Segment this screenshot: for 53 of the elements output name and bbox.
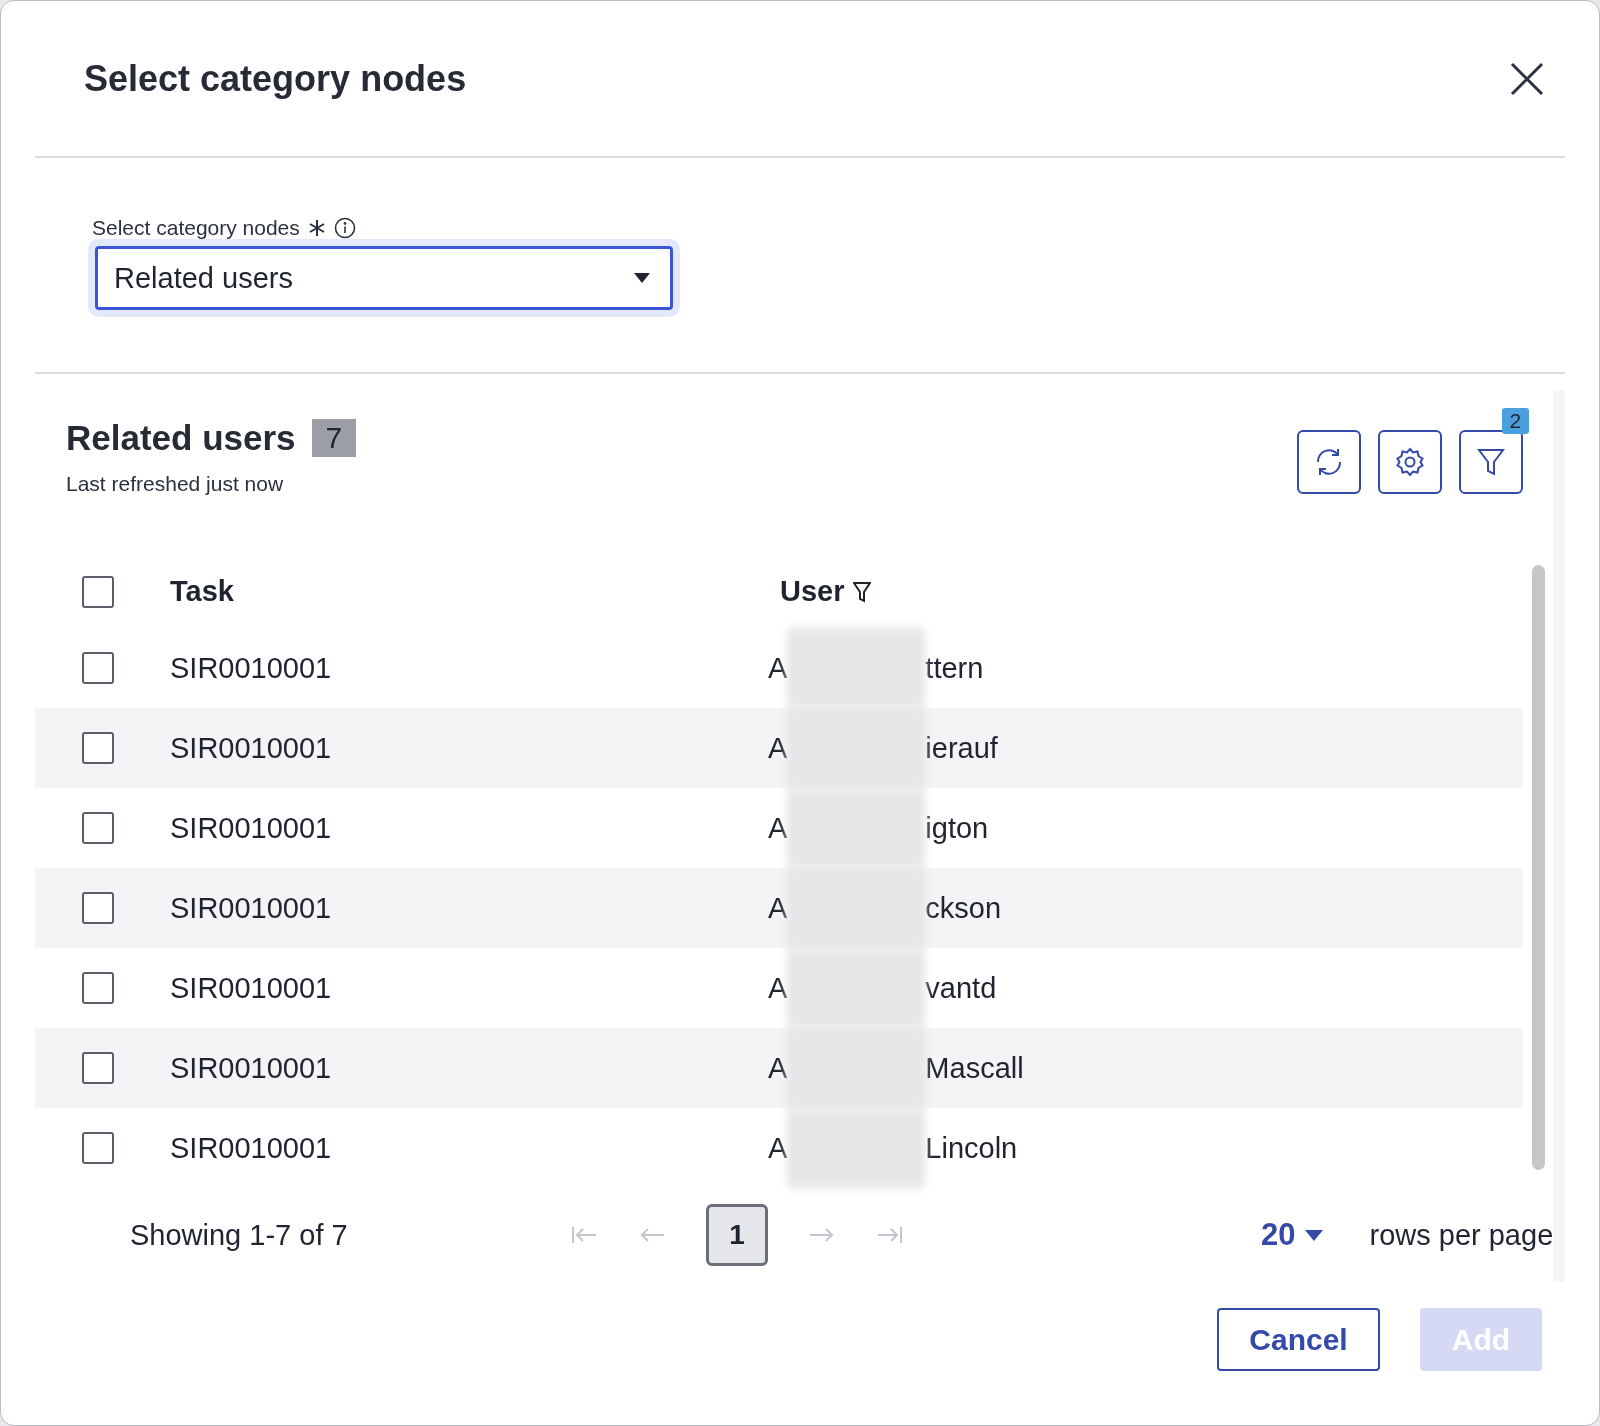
caret-icon [1305, 1229, 1324, 1241]
user-name-end: igton [925, 811, 989, 845]
checkbox[interactable] [82, 892, 114, 924]
user-name-start: A [768, 891, 788, 925]
filter-button[interactable] [1459, 430, 1524, 494]
field-label: Select category nodes [92, 216, 300, 240]
task-cell: SIR0010001 [170, 1051, 332, 1084]
filter-icon[interactable] [852, 580, 871, 603]
task-cell: SIR0010001 [170, 651, 332, 684]
task-cell: SIR0010001 [170, 1131, 332, 1164]
checkbox[interactable] [82, 1132, 114, 1164]
user-name-end: Mascall [925, 1051, 1024, 1085]
count-badge: 7 [311, 419, 357, 457]
section-title: Related users [66, 418, 296, 458]
checkbox[interactable] [82, 652, 114, 684]
refresh-button[interactable] [1297, 430, 1362, 494]
user-name-start: A [768, 731, 788, 765]
user-name-start: A [768, 971, 788, 1005]
task-cell: SIR0010001 [170, 811, 332, 844]
rows-per-page-label: rows per page [1369, 1218, 1554, 1252]
last-refreshed-text: Last refreshed just now [66, 472, 285, 496]
settings-button[interactable] [1378, 430, 1443, 494]
rows-per-page-select[interactable]: 20 [1261, 1217, 1324, 1253]
user-name-start: A [768, 811, 788, 845]
task-cell: SIR0010001 [170, 731, 332, 764]
settings-icon [1394, 446, 1427, 478]
task-cell: SIR0010001 [170, 971, 332, 1004]
checkbox[interactable] [82, 812, 114, 844]
info-icon[interactable] [333, 217, 356, 239]
user-name-start: A [768, 1131, 788, 1165]
user-name-start: A [768, 1051, 788, 1085]
close-icon[interactable] [1509, 60, 1545, 97]
user-name-start: A [768, 651, 788, 685]
showing-summary: Showing 1-7 of 7 [130, 1218, 349, 1252]
user-name-end: vantd [925, 971, 997, 1005]
caret-icon [634, 273, 650, 283]
cancel-button[interactable]: Cancel [1217, 1308, 1380, 1371]
column-header[interactable]: Task [170, 575, 780, 608]
page-button[interactable]: 1 [706, 1204, 768, 1266]
user-name-end: Lincoln [925, 1131, 1018, 1165]
task-cell: SIR0010001 [170, 891, 332, 924]
dialog-title: Select category nodes [84, 57, 467, 100]
scrollbar-thumb[interactable] [1531, 565, 1545, 1170]
user-name-end: ckson [925, 891, 1002, 925]
column-header[interactable]: User [780, 575, 1524, 608]
checkbox[interactable] [82, 575, 114, 608]
filter-icon [1476, 446, 1507, 478]
filter-count-badge: 2 [1501, 408, 1530, 434]
user-name-end: ttern [925, 651, 984, 685]
checkbox[interactable] [82, 732, 114, 764]
user-name-end: ierauf [925, 731, 998, 765]
checkbox[interactable] [82, 972, 114, 1004]
checkbox[interactable] [82, 1052, 114, 1084]
